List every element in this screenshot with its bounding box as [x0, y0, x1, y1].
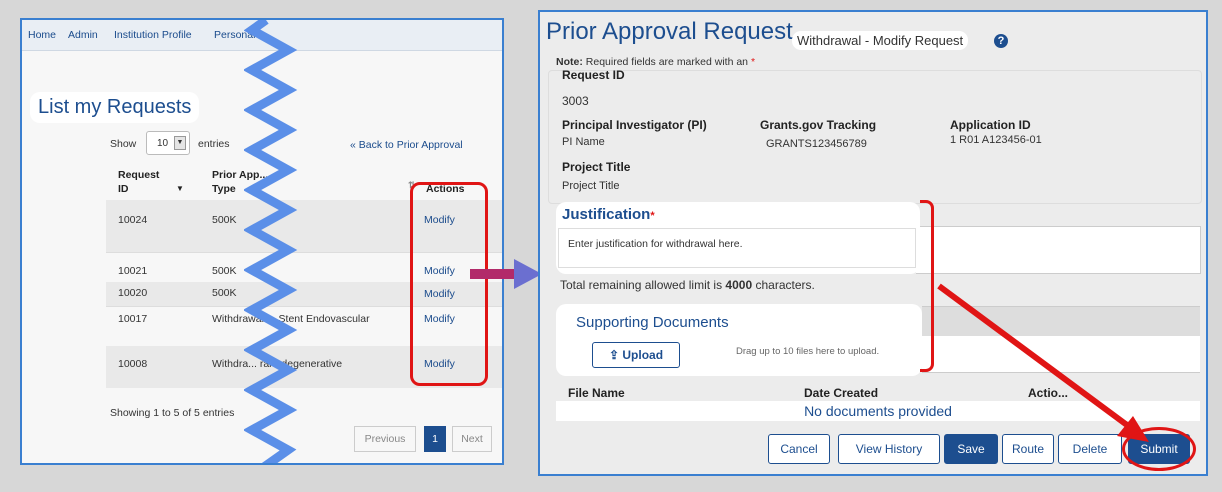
- request-id: 10024: [118, 214, 148, 226]
- drag-hint: Drag up to 10 files here to upload.: [736, 346, 880, 357]
- page-title: Prior Approval Request: [546, 18, 793, 45]
- show-label: Show: [110, 138, 137, 150]
- upload-label: Upload: [622, 348, 664, 362]
- limit-suffix: characters.: [755, 278, 815, 292]
- pi-label: Principal Investigator (PI): [562, 118, 707, 132]
- justification-label-text: Justification: [562, 206, 651, 223]
- entries-label: entries: [198, 138, 230, 150]
- project-title-value: Project Title: [562, 180, 620, 192]
- application-id-label: Application ID: [950, 118, 1031, 132]
- request-id: 10020: [118, 287, 148, 299]
- request-id-label: Request ID: [562, 68, 625, 82]
- column-header-request-id[interactable]: Request ID: [118, 168, 168, 196]
- character-limit-text: Total remaining allowed limit is 4000 ch…: [560, 278, 815, 292]
- required-star-icon: *: [650, 210, 655, 222]
- limit-value: 4000: [725, 278, 753, 292]
- previous-button[interactable]: Previous: [354, 426, 416, 452]
- limit-prefix: Total remaining allowed limit is: [560, 278, 723, 292]
- request-id: 10017: [118, 313, 148, 325]
- grants-tracking-value: GRANTS123456789: [766, 138, 867, 150]
- upload-icon: ⇪: [608, 348, 620, 362]
- entries-select[interactable]: 10 ▼: [146, 131, 190, 155]
- required-star-icon: *: [750, 56, 756, 68]
- supporting-documents-title: Supporting Documents: [576, 314, 729, 331]
- justification-text: Enter justification for withdrawal here.: [568, 238, 743, 250]
- help-icon[interactable]: ?: [994, 34, 1008, 48]
- page-1-button[interactable]: 1: [424, 426, 446, 452]
- justification-field-edge: [916, 226, 1201, 274]
- nav-admin[interactable]: Admin: [68, 29, 98, 41]
- justification-label: Justification*: [562, 206, 655, 223]
- required-note: Note: Required fields are marked with an…: [556, 56, 755, 68]
- entries-value: 10: [157, 138, 169, 149]
- nav-home[interactable]: Home: [28, 29, 56, 41]
- request-id: 10008: [118, 358, 148, 370]
- torn-zigzag-divider: [244, 20, 298, 463]
- date-created-header[interactable]: Date Created: [804, 386, 878, 400]
- view-history-button[interactable]: View History: [838, 434, 940, 464]
- back-to-prior-approval-link[interactable]: « Back to Prior Approval: [350, 139, 463, 151]
- request-id: 10021: [118, 265, 148, 277]
- file-name-header[interactable]: File Name: [568, 386, 625, 400]
- next-button[interactable]: Next: [452, 426, 492, 452]
- grants-tracking-label: Grants.gov Tracking: [760, 118, 877, 132]
- request-id-value: 3003: [562, 94, 589, 108]
- sort-icon[interactable]: ▼: [176, 182, 184, 196]
- application-id-value: 1 R01 A123456-01: [950, 134, 1042, 146]
- note-text: Required fields are marked with an: [585, 56, 749, 68]
- page-title: List my Requests: [30, 92, 200, 123]
- upload-button[interactable]: ⇪ Upload: [592, 342, 680, 368]
- section-bracket-highlight: [920, 200, 934, 372]
- prior-approval-request-panel: Prior Approval Request Withdrawal - Modi…: [538, 10, 1208, 476]
- note-label: Note:: [556, 56, 583, 68]
- chevron-down-icon: ▼: [174, 136, 186, 150]
- request-type: 500K: [212, 214, 237, 226]
- pi-value: PI Name: [562, 136, 605, 148]
- cancel-button[interactable]: Cancel: [768, 434, 830, 464]
- request-info-box: [548, 70, 1202, 204]
- request-type: 500K: [212, 287, 237, 299]
- showing-entries-text: Showing 1 to 5 of 5 entries: [110, 407, 235, 419]
- nav-institution-profile[interactable]: Institution Profile: [114, 29, 192, 41]
- project-title-label: Project Title: [562, 160, 631, 174]
- request-type: 500K: [212, 265, 237, 277]
- submit-highlight-circle: [1122, 427, 1196, 471]
- list-requests-panel: Home Admin Institution Profile Personal …: [20, 18, 504, 465]
- page-subtitle: Withdrawal - Modify Request: [792, 31, 969, 50]
